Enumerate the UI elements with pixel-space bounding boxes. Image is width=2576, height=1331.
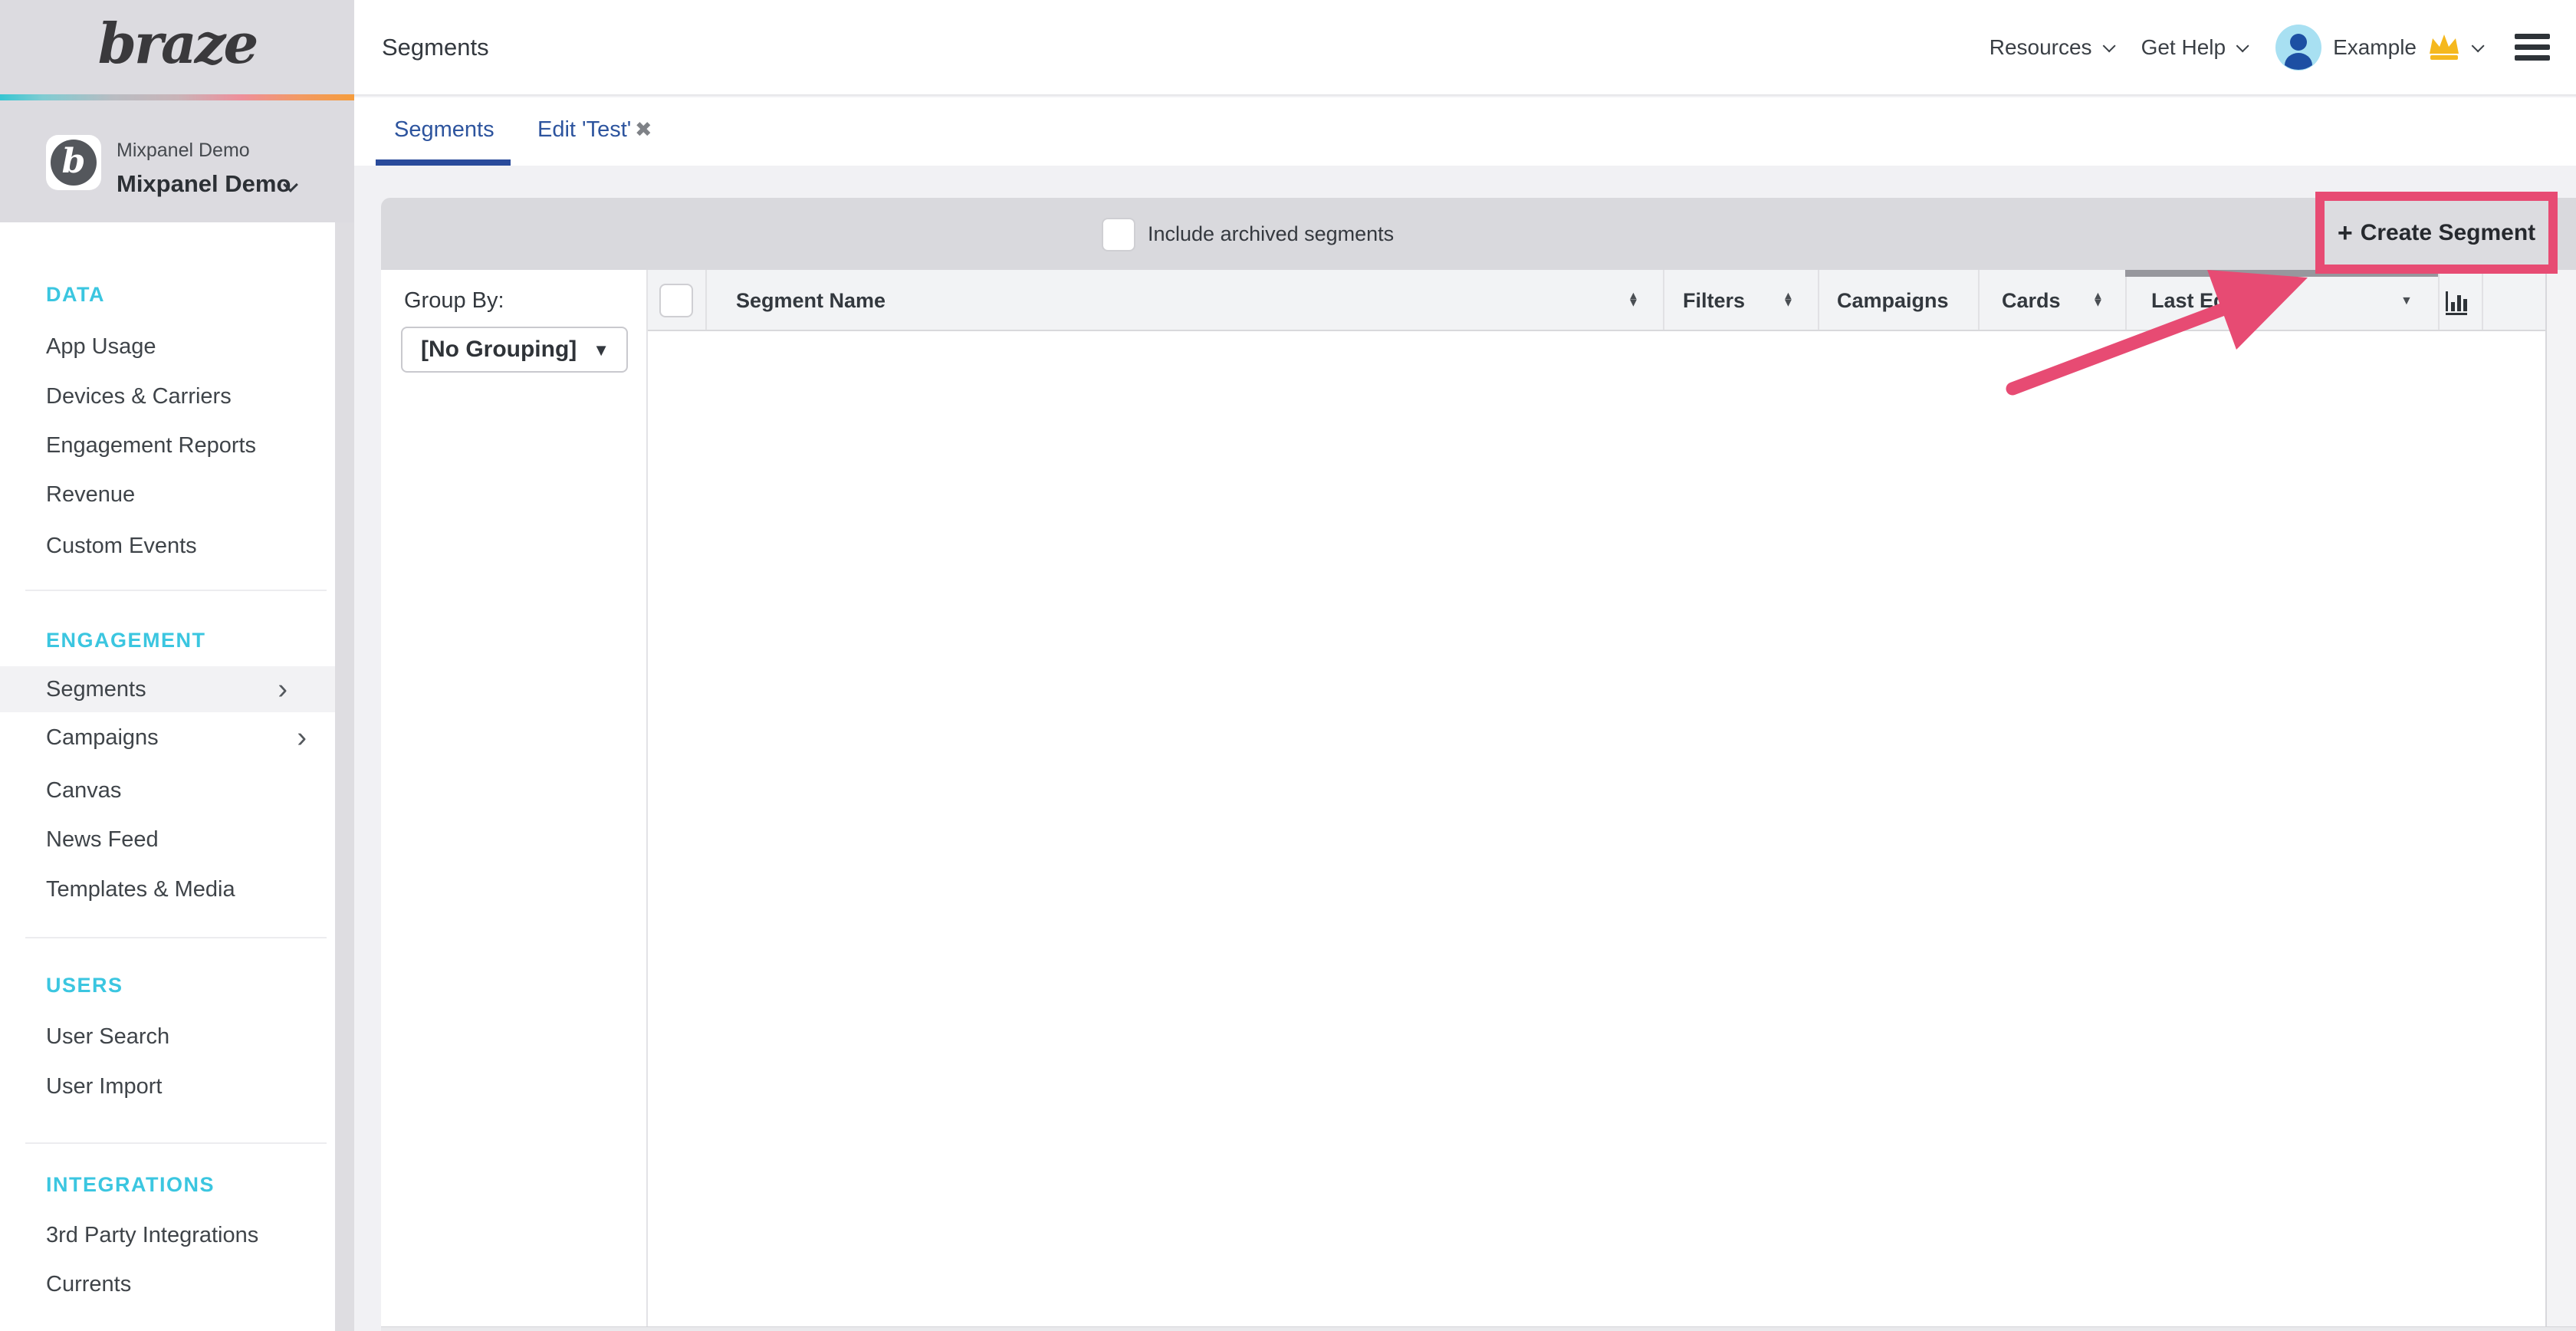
workspace-app-icon: b [46,135,101,190]
column-header-filters[interactable]: Filters [1683,270,1745,331]
sort-direction-icon[interactable]: ▼ [2400,294,2413,308]
chevron-down-icon [2102,39,2115,52]
sort-icon[interactable]: ▲▼ [2092,293,2104,307]
sidebar-item-label: Campaigns [46,725,159,750]
workspace-app-icon-letter: b [51,140,97,186]
tab-segments[interactable]: Segments [394,97,495,166]
sidebar-scrollbar[interactable] [335,222,354,1331]
sidebar-item-label: Segments [46,666,146,712]
resources-menu[interactable]: Resources [1990,35,2112,60]
group-by-select[interactable]: [No Grouping] ▼ [401,327,628,373]
column-header-last-edited[interactable]: Last Edited [2151,270,2263,331]
top-bar-menus: Resources Get Help Example [1990,0,2550,94]
column-header-cards[interactable]: Cards [2002,270,2061,331]
chevron-down-icon [2472,39,2485,52]
sidebar-item-3rd-party-integrations[interactable]: 3rd Party Integrations [46,1218,316,1252]
main-area: Segments Resources Get Help Example [354,0,2576,1331]
sidebar-item-campaigns[interactable]: Campaigns › [46,721,316,754]
sort-icon[interactable]: ▲▼ [1628,293,1639,307]
tab-edit-test[interactable]: Edit 'Test' [537,97,631,166]
section-header-data: DATA [46,278,316,311]
column-divider [2438,270,2440,330]
toolbar: Include archived segments [381,198,2576,271]
sidebar-header: braze b Mixpanel Demo Mixpanel Demo [0,0,354,222]
braze-app-window: braze b Mixpanel Demo Mixpanel Demo DATA… [0,0,2576,1331]
bar-chart-icon[interactable] [2443,287,2474,317]
column-divider [2482,270,2483,330]
sidebar-divider [25,590,327,591]
column-header-campaigns[interactable]: Campaigns [1837,270,1949,331]
group-by-panel: Group By: [No Grouping] ▼ [381,270,646,1331]
sidebar-item-canvas[interactable]: Canvas [46,774,316,807]
resources-menu-label: Resources [1990,35,2092,60]
column-header-segment-name[interactable]: Segment Name [736,270,886,331]
horizontal-scrollbar-track[interactable] [381,1326,2576,1331]
group-by-label: Group By: [404,285,504,316]
workspace-label: Mixpanel Demo [117,140,250,162]
page-title: Segments [382,0,489,94]
sidebar-divider [25,1142,327,1144]
sidebar-item-user-search[interactable]: User Search [46,1020,316,1053]
create-segment-label: Create Segment [2361,220,2535,246]
sidebar-item-user-import[interactable]: User Import [46,1070,316,1103]
sidebar: braze b Mixpanel Demo Mixpanel Demo DATA… [0,0,354,1331]
sidebar-item-app-usage[interactable]: App Usage [46,330,316,363]
select-all-checkbox[interactable] [659,284,693,317]
sidebar-item-news-feed[interactable]: News Feed [46,823,316,856]
get-help-menu[interactable]: Get Help [2141,35,2246,60]
dropdown-arrow-icon: ▼ [593,340,610,360]
active-tab-underline [376,159,511,166]
section-header-users: USERS [46,968,316,1002]
hamburger-menu-icon[interactable] [2515,34,2550,61]
tab-bar: Segments Edit 'Test' ✖ [354,97,2576,166]
section-header-engagement: ENGAGEMENT [46,623,316,657]
user-name: Example [2333,35,2417,60]
plus-icon: + [2338,220,2353,246]
column-divider [1978,270,1980,330]
column-divider [705,270,707,330]
close-icon[interactable]: ✖ [635,97,652,166]
sort-icon[interactable]: ▲▼ [1783,293,1794,307]
user-menu[interactable]: Example [2275,24,2481,71]
crown-icon [2427,33,2461,62]
include-archived-label: Include archived segments [1148,198,1394,271]
table-scrollbar-gutter[interactable] [2545,270,2576,1326]
section-header-integrations: INTEGRATIONS [46,1168,316,1201]
sidebar-item-engagement-reports[interactable]: Engagement Reports [46,429,316,462]
segments-table: Segment Name ▲▼ Filters ▲▼ Campaigns Car… [648,270,2576,1331]
sidebar-item-templates-media[interactable]: Templates & Media [46,873,316,906]
top-bar: Segments Resources Get Help Example [354,0,2576,96]
sidebar-item-revenue[interactable]: Revenue [46,478,316,511]
brand-gradient-divider [0,94,354,100]
table-body-empty [648,331,2545,1326]
sidebar-item-devices-carriers[interactable]: Devices & Carriers [46,380,316,413]
get-help-menu-label: Get Help [2141,35,2226,60]
column-divider [1663,270,1664,330]
group-by-value: [No Grouping] [421,328,577,371]
chevron-right-icon: › [278,675,288,704]
avatar [2275,24,2322,71]
column-divider [2125,270,2127,330]
sidebar-divider [25,937,327,938]
chevron-down-icon [2236,39,2249,52]
braze-logo: braze [0,11,354,76]
sidebar-item-custom-events[interactable]: Custom Events [46,529,316,563]
sidebar-item-currents[interactable]: Currents [46,1267,316,1301]
create-segment-button[interactable]: + Create Segment [2325,201,2548,265]
column-divider [1818,270,1819,330]
chevron-right-icon: › [297,723,307,752]
workspace-switcher[interactable]: Mixpanel Demo [117,170,291,198]
include-archived-checkbox[interactable] [1102,218,1135,251]
segments-content: Include archived segments ▼ Group By: [N… [354,166,2576,1331]
sidebar-item-segments[interactable]: Segments › [0,666,335,712]
table-header-row: Segment Name ▲▼ Filters ▲▼ Campaigns Car… [648,270,2545,331]
